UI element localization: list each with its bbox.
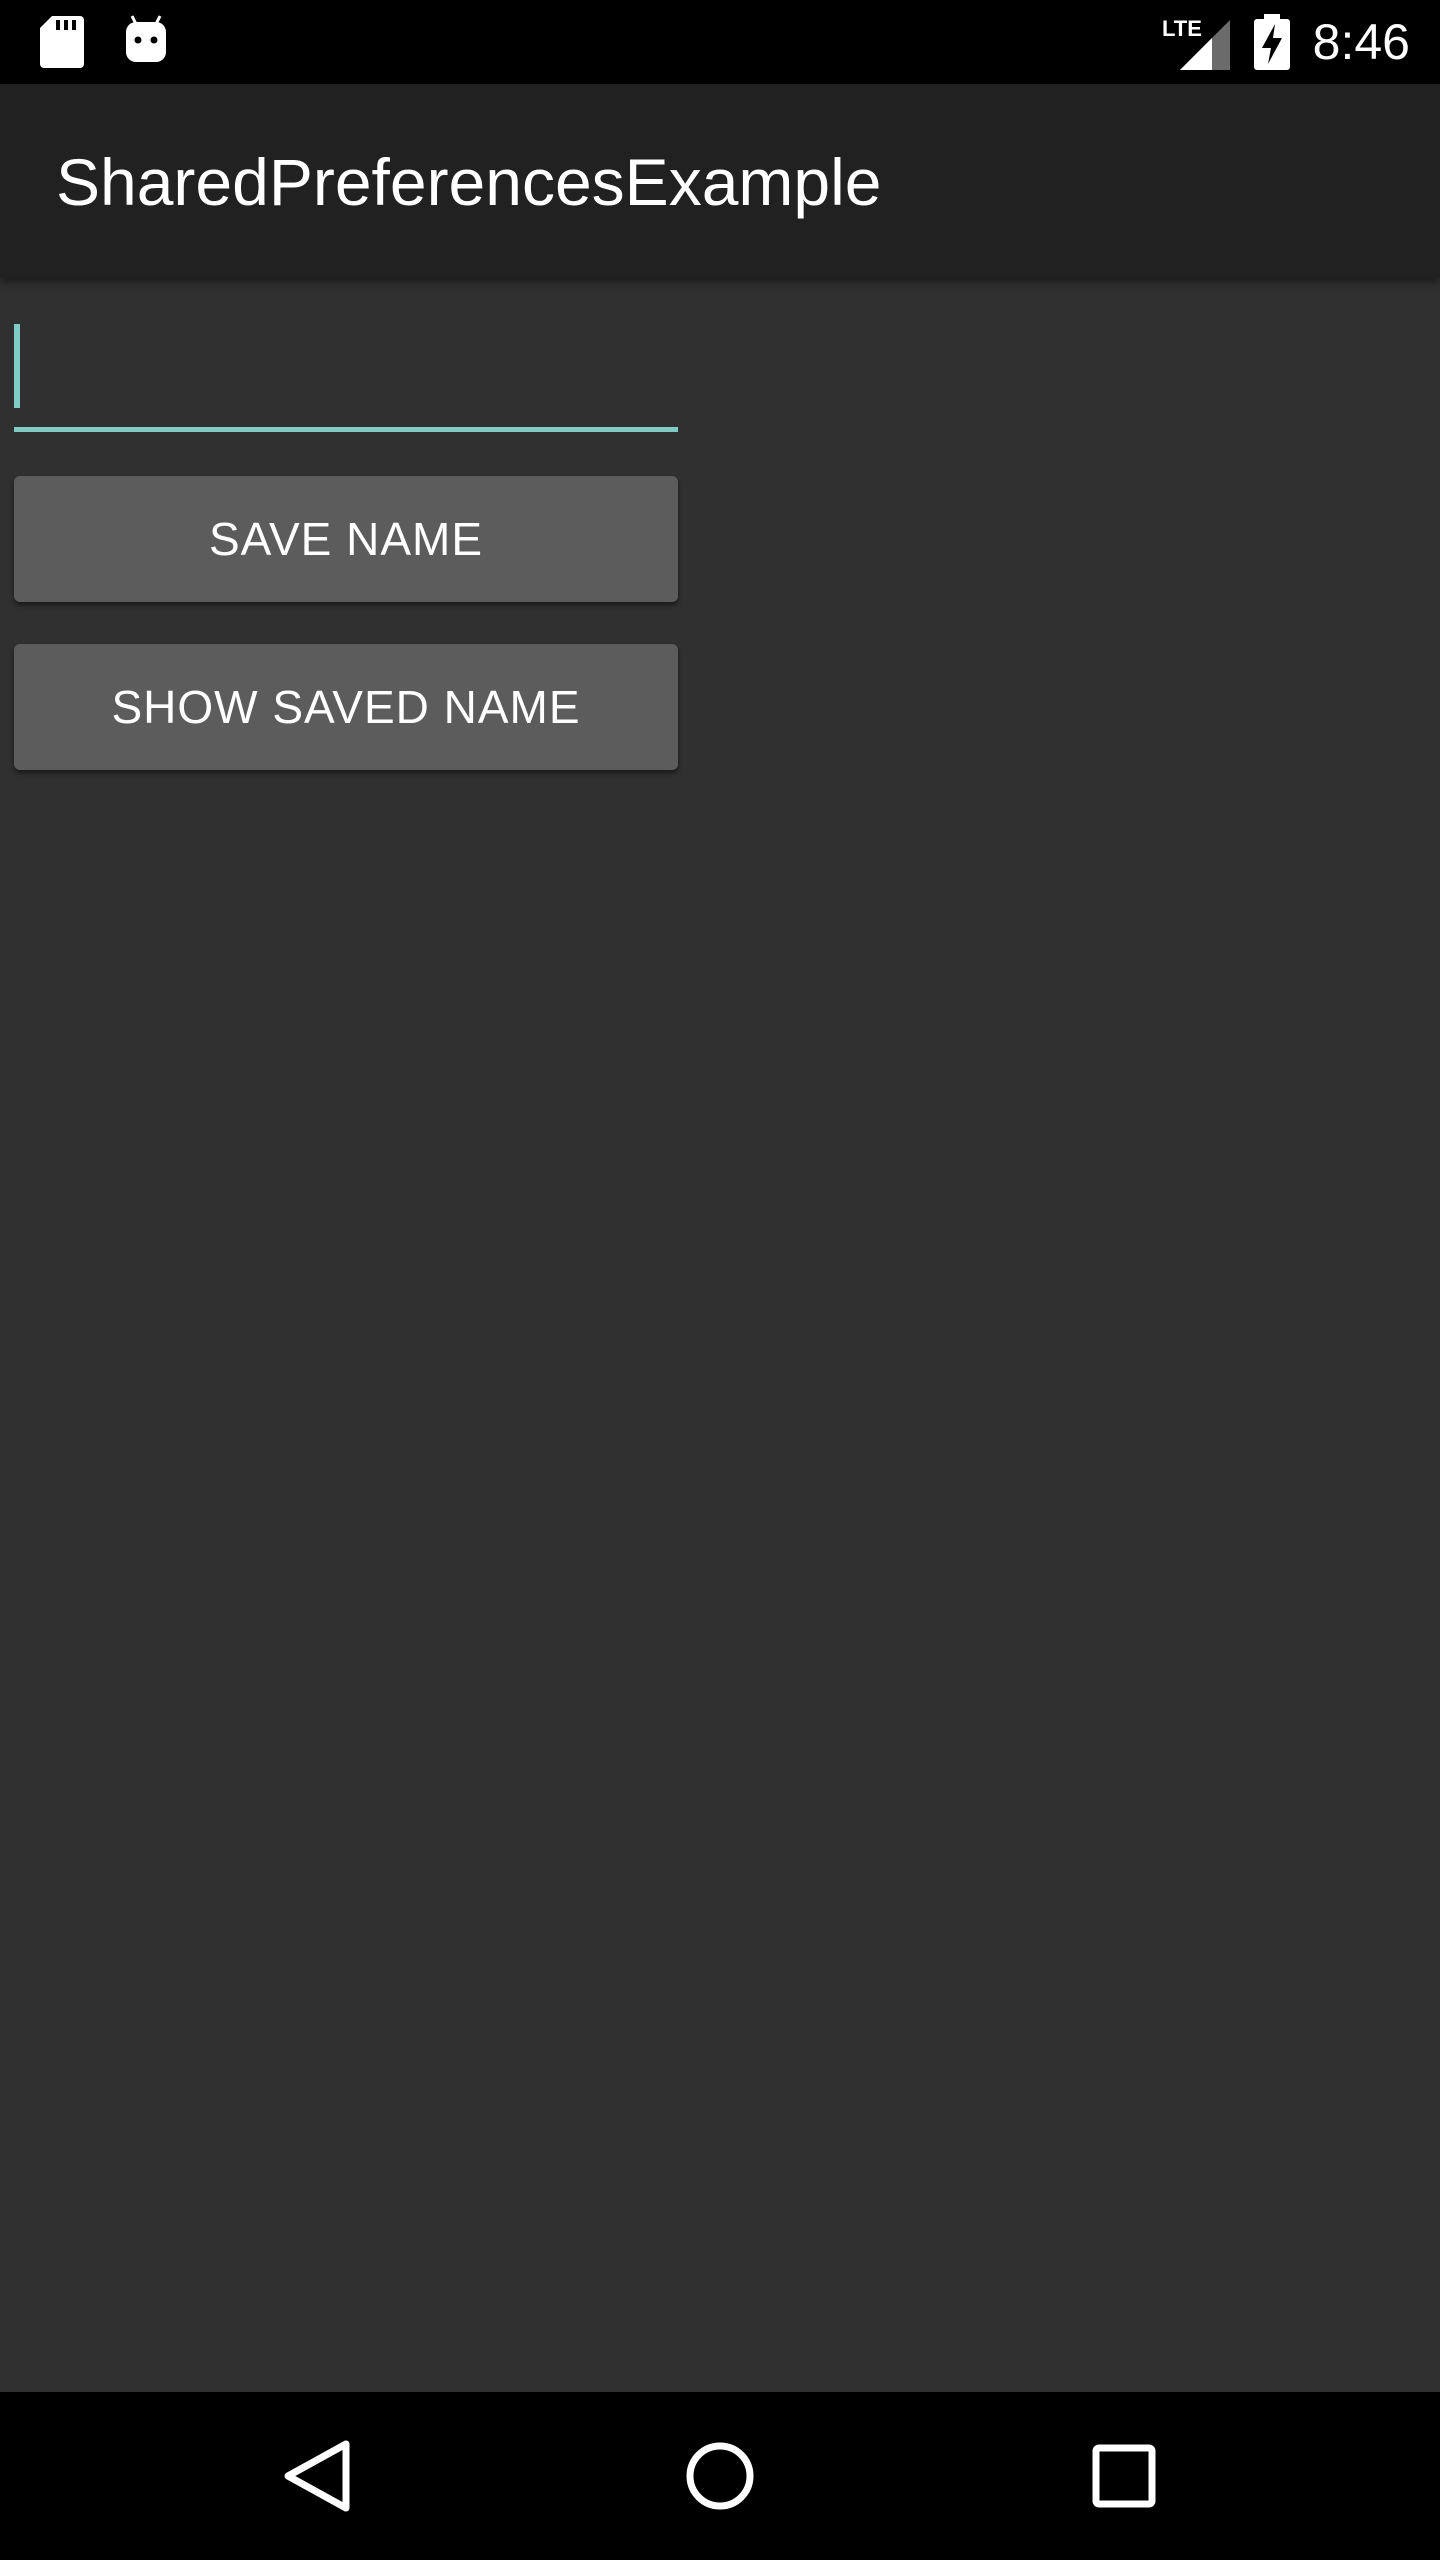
lte-signal-icon: LTE bbox=[1162, 16, 1230, 70]
status-time: 8:46 bbox=[1312, 14, 1410, 70]
lte-label: LTE bbox=[1162, 16, 1202, 41]
app-title: SharedPreferencesExample bbox=[56, 145, 882, 219]
android-icon bbox=[126, 15, 166, 62]
navigation-bar bbox=[0, 2392, 1440, 2560]
battery-charging-icon bbox=[1254, 14, 1290, 70]
back-icon[interactable] bbox=[266, 2426, 366, 2526]
save-name-button[interactable]: SAVE NAME bbox=[14, 476, 678, 602]
app-bar: SharedPreferencesExample bbox=[0, 84, 1440, 278]
recents-icon[interactable] bbox=[1074, 2426, 1174, 2526]
main-content: SAVE NAME SHOW SAVED NAME bbox=[0, 278, 1440, 2392]
home-icon[interactable] bbox=[670, 2426, 770, 2526]
name-input[interactable] bbox=[14, 322, 678, 432]
status-bar: LTE 8:46 bbox=[0, 0, 1440, 84]
show-saved-name-button[interactable]: SHOW SAVED NAME bbox=[14, 644, 678, 770]
text-cursor bbox=[14, 324, 20, 408]
sd-card-icon bbox=[40, 16, 84, 68]
